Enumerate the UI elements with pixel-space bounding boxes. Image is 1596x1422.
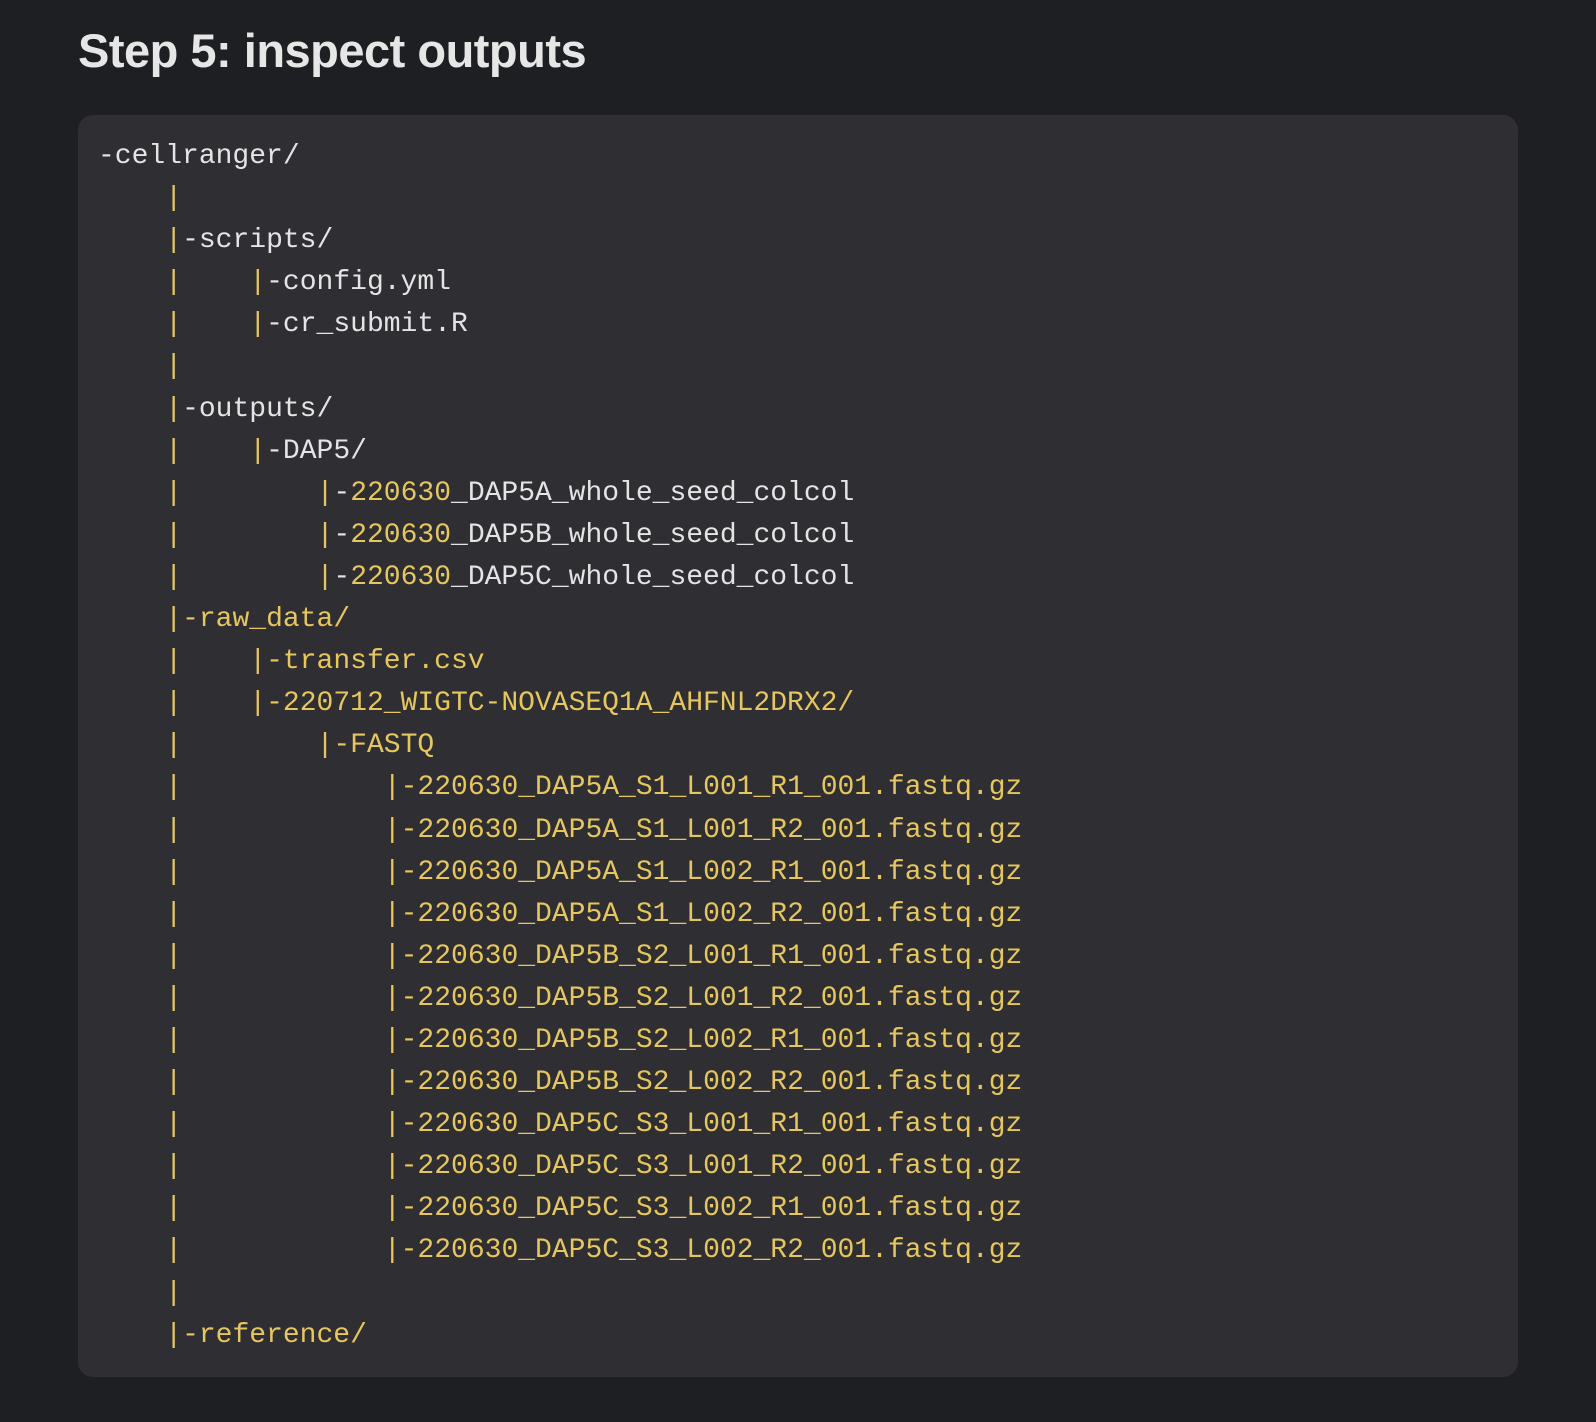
tree-entry-name: -220630_DAP5A_S1_L001_R1_001.fastq.gz [400,772,1023,804]
tree-line: |-raw_data/ [98,599,1022,641]
tree-branch: | [165,1277,183,1309]
tree-branch: | | [165,898,401,930]
tree-branch: | | [165,688,267,720]
tree-line: | [98,346,1022,388]
tree-line: |-reference/ [98,1315,1022,1357]
tree-entry-name: _DAP5B_whole_seed_colcol [451,519,855,551]
tree-line: | |-220630_DAP5A_S1_L002_R2_001.fastq.gz [98,894,1022,936]
tree-line: | |-config.yml [98,262,1022,304]
tree-entry-name: -220630_DAP5B_S2_L002_R1_001.fastq.gz [400,1024,1023,1056]
tree-branch: | [165,393,183,425]
tree-line: -cellranger/ [98,136,1022,178]
tree-line: | |-220630_DAP5A_whole_seed_colcol [98,473,1022,515]
code-block[interactable]: -cellranger/ | |-scripts/ | |-config.yml… [78,115,1518,1377]
tree-branch: | | [165,1024,401,1056]
tree-branch: | | [165,1109,401,1141]
tree-branch: | | [165,982,401,1014]
tree-line: | [98,178,1022,220]
tree-line: | |-220630_DAP5B_whole_seed_colcol [98,515,1022,557]
tree-line: | |-220630_DAP5B_S2_L002_R2_001.fastq.gz [98,1062,1022,1104]
tree-branch: | [165,1319,183,1351]
directory-tree: -cellranger/ | |-scripts/ | |-config.yml… [98,136,1022,1357]
tree-entry-name: -220712_WIGTC-NOVASEQ1A_AHFNL2DRX2/ [266,688,855,720]
tree-line: |-scripts/ [98,220,1022,262]
tree-entry-name: -config.yml [266,267,451,299]
tree-line: | |-220630_DAP5B_S2_L001_R2_001.fastq.gz [98,978,1022,1020]
tree-line: | |-220630_DAP5C_whole_seed_colcol [98,557,1022,599]
tree-line: | |-220630_DAP5A_S1_L001_R1_001.fastq.gz [98,767,1022,809]
tree-branch: | [165,351,183,383]
tree-entry-name: -reference/ [182,1319,367,1351]
tree-line: | |-220630_DAP5C_S3_L001_R2_001.fastq.gz [98,1146,1022,1188]
tree-branch: | | [165,1235,401,1267]
tree-entry-name: -220630_DAP5C_S3_L001_R2_001.fastq.gz [400,1151,1023,1183]
tree-branch: | | [165,646,267,678]
page-title: Step 5: inspect outputs [78,24,587,77]
tree-entry-name: -220630_DAP5A_S1_L002_R1_001.fastq.gz [400,856,1023,888]
tree-branch: | | [165,435,267,467]
tree-entry-name: -cr_submit.R [266,309,468,341]
tree-entry-name: -220630_DAP5C_S3_L001_R1_001.fastq.gz [400,1109,1023,1141]
tree-entry-name: -outputs/ [182,393,334,425]
tree-line: | |-220630_DAP5A_S1_L002_R1_001.fastq.gz [98,852,1022,894]
tree-line: | |-220630_DAP5C_S3_L002_R2_001.fastq.gz [98,1230,1022,1272]
tree-entry-name: -220630_DAP5C_S3_L002_R1_001.fastq.gz [400,1193,1023,1225]
tree-entry-name: -cellranger/ [98,141,300,172]
tree-entry-name: -220630_DAP5B_S2_L002_R2_001.fastq.gz [400,1067,1023,1099]
tree-entry-name: -scripts/ [182,225,334,257]
tree-entry-name: _DAP5A_whole_seed_colcol [451,477,855,509]
tree-line: | |-220712_WIGTC-NOVASEQ1A_AHFNL2DRX2/ [98,683,1022,725]
tree-line: | |-220630_DAP5C_S3_L001_R1_001.fastq.gz [98,1104,1022,1146]
tree-entry-date: 220630 [350,561,452,593]
tree-line: | |-220630_DAP5B_S2_L001_R1_001.fastq.gz [98,936,1022,978]
tree-branch: | | [165,730,334,762]
tree-branch: | | [165,519,334,551]
tree-branch: | | [165,309,267,341]
tree-entry-name: -DAP5/ [266,435,367,467]
tree-entry-name: _DAP5C_whole_seed_colcol [451,561,855,593]
tree-line: | [98,1273,1022,1315]
tree-branch: | [165,225,183,257]
tree-branch: | | [165,1151,401,1183]
tree-branch: | | [165,940,401,972]
tree-branch: | | [165,1193,401,1225]
tree-line: |-outputs/ [98,389,1022,431]
tree-entry-dash: - [333,561,351,593]
tree-line: | |-FASTQ [98,725,1022,767]
tree-branch: | [165,183,183,215]
tree-branch: | | [165,477,334,509]
tree-branch: | [165,604,183,636]
tree-entry-name: -220630_DAP5B_S2_L001_R1_001.fastq.gz [400,940,1023,972]
tree-line: | |-cr_submit.R [98,304,1022,346]
tree-entry-date: 220630 [350,519,452,551]
tree-entry-name: -220630_DAP5B_S2_L001_R2_001.fastq.gz [400,982,1023,1014]
tree-line: | |-DAP5/ [98,431,1022,473]
tree-entry-name: -220630_DAP5C_S3_L002_R2_001.fastq.gz [400,1235,1023,1267]
tree-entry-name: -transfer.csv [266,646,485,678]
tree-branch: | | [165,1067,401,1099]
tree-entry-name: -220630_DAP5A_S1_L001_R2_001.fastq.gz [400,814,1023,846]
tree-branch: | | [165,814,401,846]
tree-entry-dash: - [333,477,351,509]
tree-branch: | | [165,856,401,888]
tree-line: | |-220630_DAP5B_S2_L002_R1_001.fastq.gz [98,1020,1022,1062]
tree-branch: | | [165,267,267,299]
tree-entry-name: -FASTQ [333,730,435,762]
tree-entry-name: -raw_data/ [182,604,351,636]
tree-branch: | | [165,561,334,593]
tree-entry-dash: - [333,519,351,551]
tree-line: | |-transfer.csv [98,641,1022,683]
tree-entry-name: -220630_DAP5A_S1_L002_R2_001.fastq.gz [400,898,1023,930]
tree-entry-date: 220630 [350,477,452,509]
tree-branch: | | [165,772,401,804]
tree-line: | |-220630_DAP5C_S3_L002_R1_001.fastq.gz [98,1188,1022,1230]
tree-line: | |-220630_DAP5A_S1_L001_R2_001.fastq.gz [98,810,1022,852]
